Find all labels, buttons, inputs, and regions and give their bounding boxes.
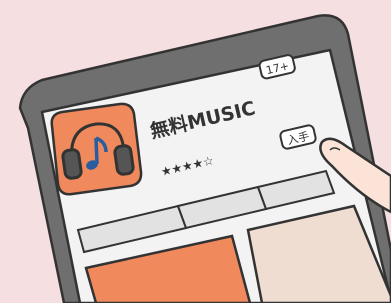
illustration: 無料MUSIC ★★★★☆ 17+ 入手	[0, 0, 391, 303]
app-icon[interactable]	[50, 102, 143, 196]
